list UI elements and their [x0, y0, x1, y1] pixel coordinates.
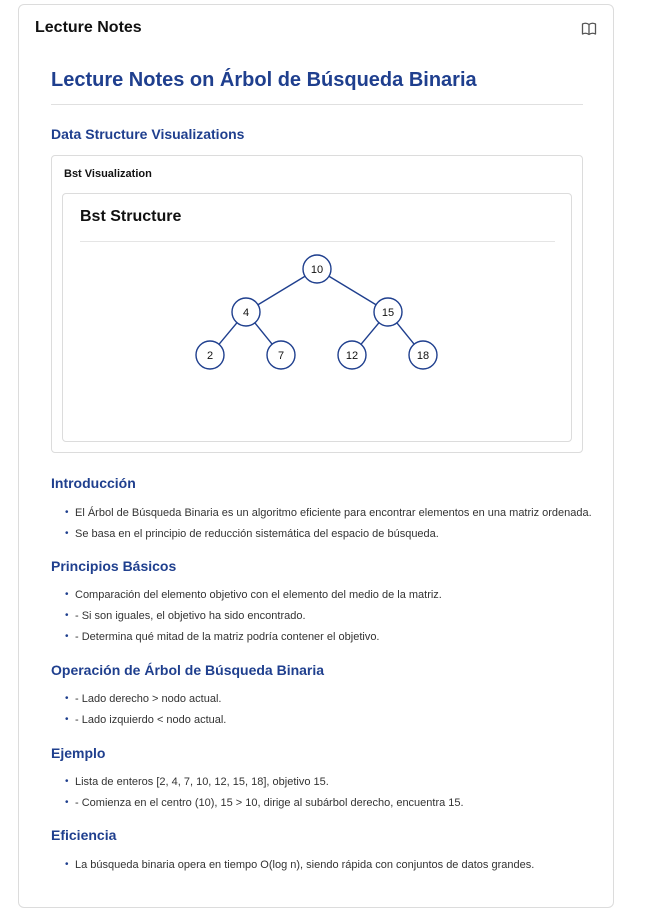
tree-node: 10: [302, 254, 332, 284]
list-eficiencia: La búsqueda binaria opera en tiempo O(lo…: [63, 858, 534, 879]
section-title-ejemplo: Ejemplo: [51, 745, 106, 761]
page-title: Lecture Notes on Árbol de Búsqueda Binar…: [51, 69, 583, 105]
tree-edge: [360, 322, 380, 345]
list-ejemplo: Lista de enteros [2, 4, 7, 10, 12, 15, 1…: [63, 775, 464, 817]
section-title-introduccion: Introducción: [51, 475, 136, 491]
tree-node: 2: [195, 340, 225, 370]
list-item: Lista de enteros [2, 4, 7, 10, 12, 15, 1…: [63, 775, 464, 796]
list-item: - Lado izquierdo < nodo actual.: [63, 713, 226, 734]
list-item: Se basa en el principio de reducción sis…: [63, 527, 592, 548]
tree-node-label: 10: [311, 264, 323, 276]
tree-node-label: 4: [243, 307, 249, 319]
tree-edge: [254, 322, 273, 345]
lecture-notes-card: Lecture Notes Lecture Notes on Árbol de …: [18, 4, 614, 908]
card-header: Lecture Notes: [19, 5, 613, 51]
section-title-eficiencia: Eficiencia: [51, 827, 117, 843]
visualization-box: Bst Visualization Bst Structure 10 4 15 2 7 1…: [51, 155, 583, 453]
visualization-label: Bst Visualization: [64, 168, 152, 180]
bst-panel: Bst Structure 10 4 15 2 7 12 18: [62, 193, 572, 442]
list-item: Comparación del elemento objetivo con el…: [63, 588, 442, 609]
tree-edge: [328, 275, 377, 306]
list-operacion: - Lado derecho > nodo actual. - Lado izq…: [63, 692, 226, 734]
list-item: - Si son iguales, el objetivo ha sido en…: [63, 609, 442, 630]
tree-edge: [396, 322, 415, 345]
list-item: El Árbol de Búsqueda Binaria es un algor…: [63, 506, 592, 527]
tree-node-label: 18: [417, 350, 429, 362]
tree-node-label: 15: [382, 307, 394, 319]
tree-node-label: 2: [207, 350, 213, 362]
list-item: La búsqueda binaria opera en tiempo O(lo…: [63, 858, 534, 879]
list-item: - Determina qué mitad de la matriz podrí…: [63, 630, 442, 651]
bst-diagram: 10 4 15 2 7 12 18: [195, 254, 438, 370]
section-title-operacion: Operación de Árbol de Búsqueda Binaria: [51, 662, 325, 678]
tree-node: 7: [266, 340, 296, 370]
list-introduccion: El Árbol de Búsqueda Binaria es un algor…: [63, 506, 592, 548]
tree-node-label: 12: [346, 350, 358, 362]
tree-node-label: 7: [278, 350, 284, 362]
tree-node: 15: [373, 297, 403, 327]
tree-edge: [218, 322, 238, 345]
tree-edge: [257, 275, 306, 306]
list-item: - Comienza en el centro (10), 15 > 10, d…: [63, 796, 464, 817]
book-icon[interactable]: [581, 21, 597, 37]
list-principios: Comparación del elemento objetivo con el…: [63, 588, 442, 651]
section-title-principios: Principios Básicos: [51, 558, 177, 574]
list-item: - Lado derecho > nodo actual.: [63, 692, 226, 713]
viz-section-title: Data Structure Visualizations: [51, 126, 245, 142]
tree-node: 12: [337, 340, 367, 370]
tree-node: 18: [408, 340, 438, 370]
card-title: Lecture Notes: [35, 19, 142, 36]
tree-node: 4: [231, 297, 261, 327]
